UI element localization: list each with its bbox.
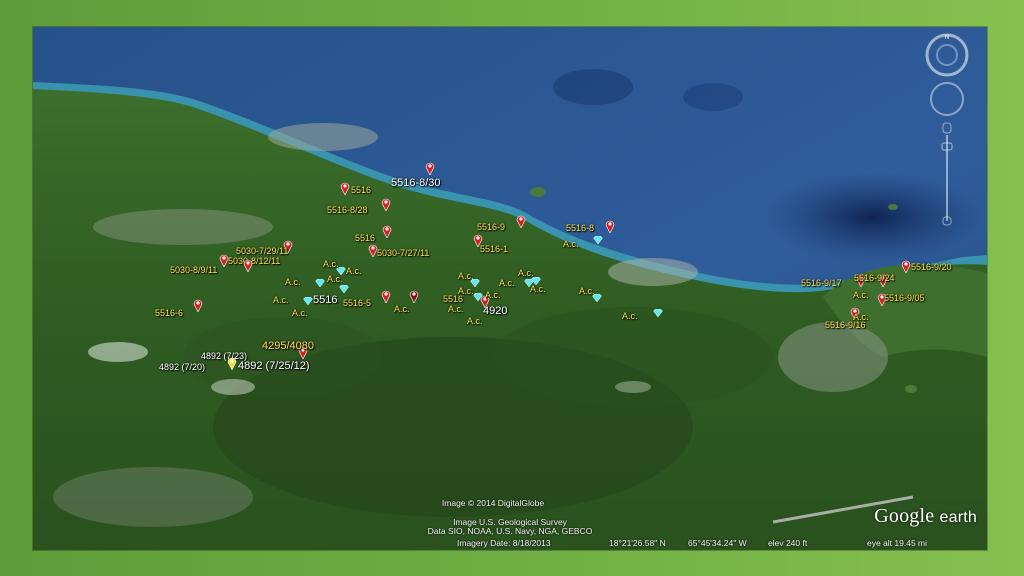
- ac-label: A.c.: [346, 266, 362, 276]
- navigation-control[interactable]: N: [915, 31, 979, 231]
- sample-gem-icon[interactable]: [315, 279, 325, 287]
- placemark-label: 5030-8/12/11: [228, 256, 281, 266]
- placemark-label: 5516-8/30: [391, 177, 441, 189]
- ac-label: A.c.: [853, 290, 869, 300]
- placemark-label: 5516-8: [566, 223, 595, 233]
- sample-gem-icon[interactable]: [653, 309, 663, 317]
- ac-label: A.c.: [323, 259, 339, 269]
- ac-label: A.c.: [485, 290, 501, 300]
- imagery-credit: Image © 2014 DigitalGlobe: [441, 498, 545, 508]
- zoom-slider[interactable]: [941, 122, 953, 226]
- ac-label: A.c.: [273, 295, 289, 305]
- placemark-label: 5030-8/9/11: [170, 265, 218, 275]
- sample-gem-icon[interactable]: [592, 294, 602, 302]
- placemark-pin-icon[interactable]: [409, 289, 419, 303]
- ac-label: A.c.: [467, 316, 483, 326]
- sample-gem-icon[interactable]: [473, 293, 483, 301]
- placemark-label: 5516-9/20: [911, 262, 952, 272]
- sample-gem-icon[interactable]: [303, 297, 313, 305]
- ac-label: A.c.: [394, 304, 410, 314]
- ac-label: A.c.: [327, 274, 343, 284]
- placemark-pin-icon[interactable]: [381, 197, 391, 211]
- logo-suffix: earth: [939, 509, 977, 526]
- placemark-label: 5516: [313, 294, 338, 306]
- placemark-pin-icon[interactable]: [425, 161, 435, 175]
- placemark-label: 5516: [355, 233, 376, 243]
- placemark-label: 4892 (7/25/12): [238, 360, 310, 372]
- placemark-label: 4920: [483, 305, 508, 317]
- ac-label: A.c.: [853, 312, 869, 322]
- placemark-label: 5516-9/05: [884, 293, 925, 303]
- placemark-label: 4892 (7/20): [159, 362, 206, 372]
- elevation-readout: elev 240 ft: [768, 538, 808, 548]
- compass-ring-icon[interactable]: [925, 33, 969, 77]
- status-bar: Imagery Date: 8/18/2013 18°21'26.58" N 6…: [33, 537, 987, 550]
- compass-north-label: N: [945, 35, 949, 41]
- ac-label: A.c.: [458, 286, 474, 296]
- placemark-label: 5516-6: [155, 308, 184, 318]
- longitude-readout: 65°45'34.24" W: [688, 538, 747, 548]
- placemark-label: 5516-1: [480, 244, 509, 254]
- google-earth-logo: Google earth: [874, 505, 977, 528]
- ac-label: A.c.: [563, 239, 579, 249]
- latitude-readout: 18°21'26.58" N: [609, 538, 666, 548]
- placemark-pin-icon[interactable]: [381, 289, 391, 303]
- satellite-imagery: [33, 27, 987, 550]
- sample-gem-icon[interactable]: [339, 285, 349, 293]
- ac-label: A.c.: [530, 284, 546, 294]
- placemark-label: 5030-7/29/11: [236, 246, 289, 256]
- ac-label: A.c.: [499, 278, 515, 288]
- map-viewport[interactable]: N 5516-8/30 5516 5516-8/28 5516-9 5516-8…: [33, 27, 987, 550]
- ac-label: A.c.: [292, 308, 308, 318]
- placemark-pin-icon[interactable]: [193, 298, 203, 312]
- placemark-label: 5516-9/24: [854, 273, 895, 283]
- logo-word: Google: [874, 505, 935, 527]
- sample-gem-icon[interactable]: [593, 236, 603, 244]
- placemark-pin-icon[interactable]: [605, 219, 615, 233]
- eye-altitude-readout: eye alt 19.45 mi: [867, 538, 928, 548]
- ac-label: A.c.: [448, 304, 464, 314]
- placemark-label: 5516: [351, 185, 372, 195]
- ac-label: A.c.: [285, 277, 301, 287]
- placemark-pin-icon[interactable]: [516, 214, 526, 228]
- placemark-label: 5030-7/27/11: [377, 248, 430, 258]
- placemark-label: 5516-8/28: [327, 205, 368, 215]
- placemark-label: 5516-9/17: [801, 278, 842, 288]
- imagery-date: Imagery Date: 8/18/2013: [457, 538, 551, 548]
- placemark-pin-icon[interactable]: [901, 259, 911, 273]
- look-joystick-icon[interactable]: [930, 82, 964, 116]
- data-credit: Data SIO, NOAA, U.S. Navy, NGA, GEBCO: [427, 526, 593, 536]
- placemark-pin-icon[interactable]: [227, 356, 237, 370]
- placemark-pin-icon[interactable]: [243, 258, 253, 272]
- placemark-pin-icon[interactable]: [340, 181, 350, 195]
- ac-label: A.c.: [622, 311, 638, 321]
- placemark-label: 5516-9: [477, 222, 506, 232]
- placemark-label: 5516-5: [343, 298, 372, 308]
- placemark-pin-icon[interactable]: [382, 224, 392, 238]
- placemark-label: 4295/4080: [262, 340, 314, 352]
